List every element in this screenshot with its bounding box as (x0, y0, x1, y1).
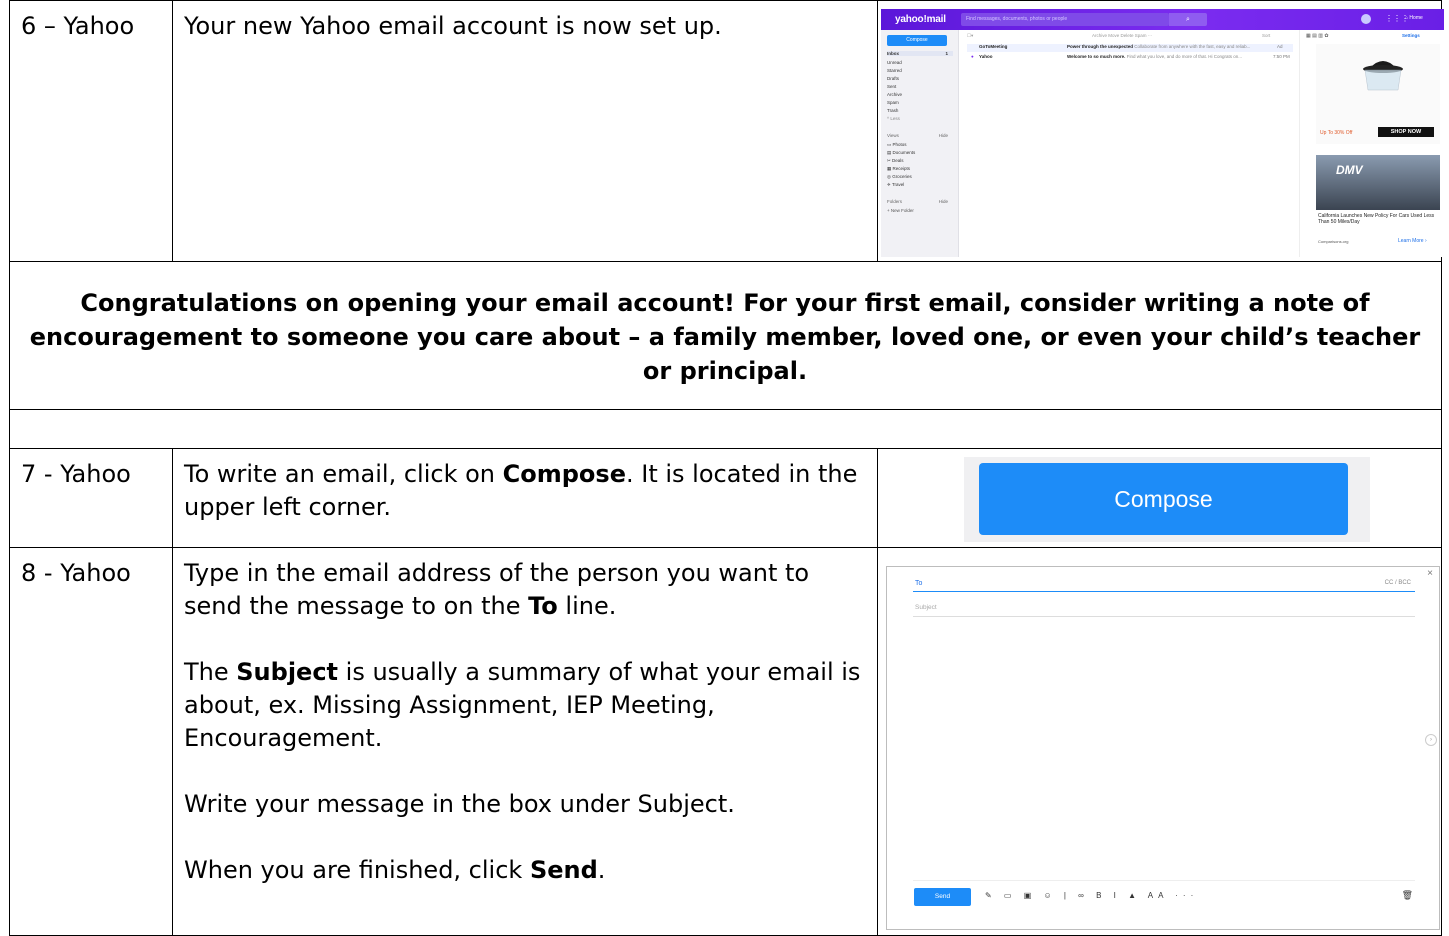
new-folder-link[interactable]: + New Folder (887, 208, 953, 213)
instruction-send: When you are finished, click Send. (184, 856, 606, 884)
ad-caption: California Launches New Policy For Cars … (1318, 213, 1435, 225)
sidebar-item-sent[interactable]: Sent (887, 84, 953, 89)
sidebar-item-starred[interactable]: Starred (887, 68, 953, 73)
step-text-6: Your new Yahoo email account is now set … (184, 12, 722, 40)
mail-toolbar: ☐▾ Archive Move Delete Spam ··· Sort (967, 33, 1297, 41)
instruction-to: Type in the email address of the person … (184, 559, 810, 620)
trash-icon[interactable]: 🗑 (1402, 890, 1413, 901)
step-text-8: Type in the email address of the person … (184, 557, 869, 887)
mail-header-bar: yahoo!mail Find messages, documents, pho… (881, 9, 1444, 30)
step-text-7: To write an email, click on Compose. It … (184, 460, 858, 521)
message-list: ☐▾ Archive Move Delete Spam ··· Sort GoT… (959, 30, 1299, 257)
sidebar-item-archive[interactable]: Archive (887, 92, 953, 97)
to-underline (913, 591, 1415, 592)
avatar[interactable] (1361, 14, 1371, 24)
step-label-6: 6 – Yahoo (21, 12, 135, 40)
search-input[interactable]: Find messages, documents, photos or peop… (961, 13, 1169, 26)
step-label-7: 7 - Yahoo (21, 460, 131, 488)
sidebar-item-receipts[interactable]: ▦ Receipts (887, 166, 953, 172)
ad-source: Comparisons.org (1318, 239, 1349, 244)
compose-button[interactable]: Compose (979, 463, 1348, 535)
to-field[interactable]: To (915, 580, 922, 587)
sidebar-item-less[interactable]: ^ Less (887, 116, 953, 121)
sidebar-item-photos[interactable]: ▭ Photos (887, 142, 953, 148)
toolbar-actions[interactable]: Archive Move Delete Spam ··· (1092, 33, 1152, 38)
col-divider (877, 448, 878, 936)
row-divider (9, 448, 1442, 449)
view-icons[interactable]: ▦ ▤ ▥ ✿ (1306, 33, 1329, 39)
sidebar-item-travel[interactable]: ✈ Travel (887, 182, 953, 188)
shop-now-button[interactable]: SHOP NOW (1378, 127, 1434, 137)
hat-image (1363, 61, 1403, 91)
mail-sidebar: Compose Inbox 1 Unread Starred Drafts Sen… (881, 30, 959, 257)
compose-button[interactable]: Compose (887, 35, 947, 46)
home-link[interactable]: ⌂ Home (1405, 15, 1423, 21)
ad-discount-text: Up To 30% Off (1320, 130, 1353, 136)
ad-rail: ▦ ▤ ▥ ✿ Settings Up To 30% Off SHOP NOW … (1299, 30, 1444, 257)
col-divider (172, 448, 173, 936)
yahoo-inbox-screenshot: yahoo!mail Find messages, documents, pho… (881, 9, 1444, 257)
table-border-top (9, 0, 1442, 1)
sidebar-item-trash[interactable]: Trash (887, 108, 953, 113)
sort-dropdown[interactable]: Sort (1262, 33, 1270, 38)
col-divider (172, 0, 173, 261)
settings-link[interactable]: Settings (1402, 33, 1420, 38)
compose-form-screenshot: × To CC / BCC Subject › Send ✎ ▭ ▣ ☺ | ∞… (886, 566, 1440, 930)
row-divider (9, 409, 1442, 410)
send-button[interactable]: Send (914, 888, 971, 906)
subject-field[interactable]: Subject (915, 604, 937, 611)
formatting-toolbar[interactable]: ✎ ▭ ▣ ☺ | ∞ B I ▲ AA ··· (985, 891, 1198, 900)
col-divider (877, 0, 878, 261)
instruction-message: Write your message in the box under Subj… (184, 790, 735, 818)
subject-underline (913, 616, 1415, 617)
chevron-right-icon[interactable]: › (1425, 734, 1437, 746)
row-divider (9, 261, 1442, 262)
learn-more-link[interactable]: Learn More › (1398, 238, 1427, 244)
table-row[interactable]: GoToMeeting Power through the unexpected… (967, 44, 1293, 52)
hat-ad[interactable]: Up To 30% Off SHOP NOW (1316, 44, 1440, 144)
sidebar-item-drafts[interactable]: Drafts (887, 76, 953, 81)
table-border-left (9, 0, 10, 936)
views-heading: Views Hide (887, 133, 948, 138)
folders-heading: Folders Hide (887, 199, 948, 204)
toolbar-divider (913, 880, 1415, 881)
step-label-8: 8 - Yahoo (21, 559, 131, 587)
compose-screenshot: Compose (964, 457, 1370, 542)
table-row[interactable]: ● Yahoo Welcome to so much more. Find wh… (967, 54, 1293, 62)
sidebar-item-groceries[interactable]: ◎ Groceries (887, 174, 953, 180)
close-icon[interactable]: × (1427, 568, 1433, 579)
sidebar-item-unread[interactable]: Unread (887, 60, 953, 65)
search-icon[interactable]: ⌕ (1169, 13, 1207, 26)
select-all-checkbox[interactable]: ☐▾ (967, 33, 973, 38)
row-divider (9, 547, 1442, 548)
congrats-note: Congratulations on opening your email ac… (29, 289, 1421, 385)
sidebar-item-spam[interactable]: Spam (887, 100, 953, 105)
dmv-banner: DMV (1336, 163, 1363, 177)
sidebar-item-deals[interactable]: ✂ Deals (887, 158, 953, 164)
sidebar-item-inbox[interactable]: Inbox 1 (887, 51, 953, 56)
yahoo-mail-logo: yahoo!mail (895, 14, 946, 25)
cc-bcc-link[interactable]: CC / BCC (1385, 580, 1411, 586)
sidebar-item-documents[interactable]: ▤ Documents (887, 150, 953, 156)
dmv-ad-image[interactable]: DMV (1316, 155, 1440, 210)
instruction-subject: The Subject is usually a summary of what… (184, 658, 861, 752)
